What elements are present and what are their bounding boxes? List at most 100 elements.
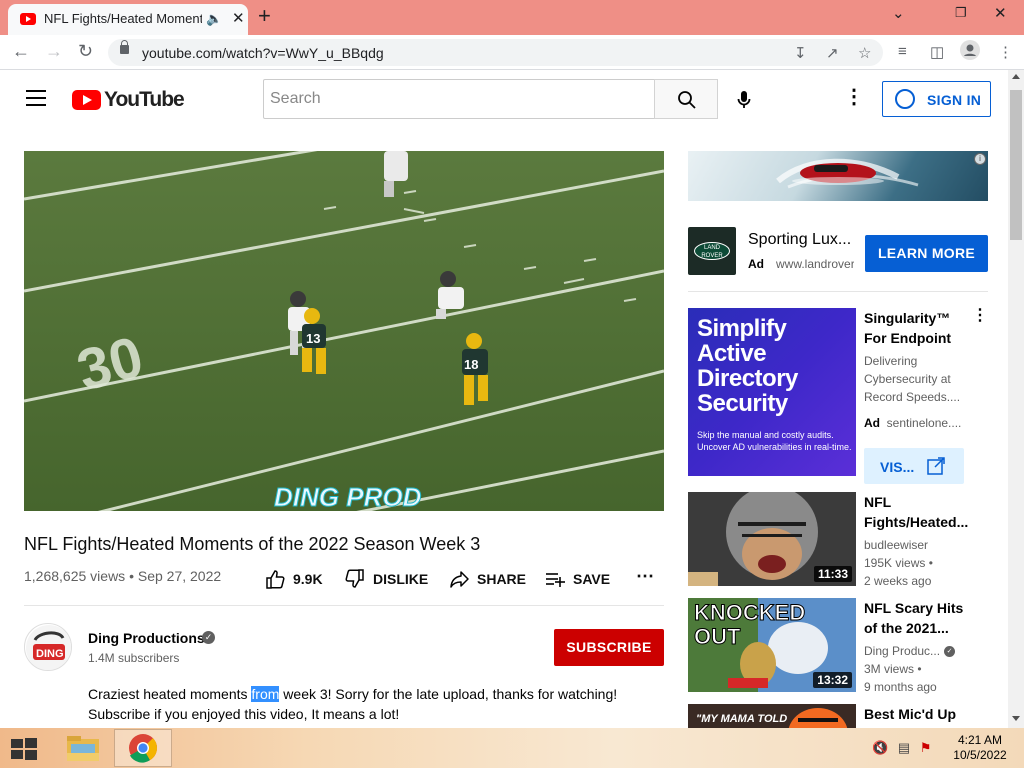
restore-window-button[interactable]: ❐ — [955, 5, 967, 21]
ad-info-icon[interactable]: i — [974, 153, 986, 165]
profile-icon[interactable] — [960, 40, 980, 64]
close-tab-icon[interactable]: ✕ — [232, 9, 245, 27]
related-thumb-image: "MY MAMA TOLD — [688, 704, 856, 728]
related-title[interactable]: NFL Scary Hits of the 2021... — [864, 598, 974, 638]
windows-logo-icon — [11, 738, 37, 760]
search-input[interactable] — [264, 80, 654, 118]
related-channel-row: Ding Produc... ✓ — [864, 642, 984, 660]
playlist-add-icon — [546, 573, 565, 587]
install-icon[interactable]: ↧ — [794, 44, 807, 62]
side-panel-icon[interactable]: ◫ — [930, 43, 944, 61]
close-window-button[interactable]: ✕ — [994, 4, 1007, 22]
share-button[interactable]: SHARE — [448, 566, 528, 594]
visit-label: VIS... — [880, 459, 915, 475]
clock-time: 4:21 AM — [957, 733, 1003, 747]
volume-muted-icon[interactable]: 🔇 — [872, 740, 888, 755]
save-button[interactable]: SAVE — [544, 566, 614, 594]
verified-check-icon: ✓ — [202, 631, 215, 644]
selected-text: from — [251, 686, 280, 702]
scroll-up-arrow-icon[interactable] — [1012, 74, 1020, 79]
channel-avatar[interactable]: DING — [24, 623, 72, 671]
video-meta: 1,268,625 views • Sep 27, 2022 — [24, 568, 222, 584]
related-title[interactable]: NFL Fights/Heated... — [864, 492, 974, 532]
search-icon — [678, 91, 696, 109]
related-thumbnail[interactable]: "MY MAMA TOLD — [688, 704, 856, 728]
share-label: SHARE — [477, 571, 527, 587]
scroll-down-arrow-icon[interactable] — [1012, 716, 1020, 721]
search-button[interactable] — [654, 79, 718, 119]
sponsored-description: Delivering Cybersecurity at Record Speed… — [864, 354, 961, 404]
back-button[interactable]: ← — [12, 41, 30, 62]
thumb-text: KNOCKED — [694, 600, 805, 625]
youtube-favicon-icon — [20, 13, 36, 25]
sponsored-thumbnail[interactable]: Simplify Active Directory Security Skip … — [688, 308, 856, 476]
windows-taskbar: 🔇 ▤ ⚑ 4:21 AM 10/5/2022 — [0, 728, 1024, 768]
related-views: 195K views • — [864, 556, 933, 570]
network-icon[interactable]: ▤ — [898, 740, 910, 755]
sign-in-button[interactable]: SIGN IN — [882, 81, 991, 117]
ad-url: www.landrover — [776, 257, 854, 271]
related-thumbnail[interactable]: 11:33 — [688, 492, 856, 586]
chrome-taskbar-button[interactable] — [114, 729, 172, 767]
video-player[interactable]: 30 13 18 DING PROD — [24, 151, 664, 511]
browser-tab[interactable]: NFL Fights/Heated Moments of the 2022 Se… — [8, 4, 248, 35]
sponsored-ad-badge: Ad — [864, 416, 880, 430]
system-tray: 🔇 ▤ ⚑ — [872, 740, 931, 756]
related-views: 3M views • — [864, 662, 922, 676]
related-channel: budleewiser — [864, 538, 929, 552]
new-tab-button[interactable]: + — [258, 3, 271, 29]
subscribe-button[interactable]: SUBSCRIBE — [554, 629, 664, 666]
media-control-icon[interactable]: ≡ — [898, 43, 907, 60]
account-circle-icon — [895, 89, 915, 109]
like-button[interactable]: 9.9K — [264, 566, 326, 594]
related-title[interactable]: Best Mic'd Up — [864, 704, 974, 724]
dislike-button[interactable]: DISLIKE — [344, 566, 430, 594]
tab-search-icon[interactable]: ⌄ — [892, 4, 905, 22]
browser-menu-icon[interactable]: ⋮ — [998, 43, 1013, 61]
ad-title[interactable]: Sporting Lux... — [748, 231, 851, 249]
ding-logo-icon: DING — [26, 625, 71, 670]
hamburger-menu-icon[interactable] — [26, 90, 46, 106]
channel-name[interactable]: Ding Productions — [88, 630, 205, 646]
page-scrollbar[interactable] — [1008, 70, 1024, 728]
watch-page: 30 13 18 DING PROD NFL Fights/Heated Mom… — [0, 128, 1008, 728]
action-center-icon[interactable]: ⚑ — [920, 740, 932, 755]
speaker-icon[interactable]: 🔈 — [206, 11, 222, 27]
scrollbar-thumb[interactable] — [1010, 90, 1022, 240]
learn-more-button[interactable]: LEARN MORE — [865, 235, 988, 272]
svg-text:18: 18 — [464, 357, 478, 372]
avatar-text: DING — [36, 648, 64, 660]
sidebar-divider — [688, 291, 988, 292]
sponsored-title[interactable]: Singularity™ For Endpoint — [864, 308, 974, 348]
taskbar-clock[interactable]: 4:21 AM 10/5/2022 — [948, 733, 1012, 763]
sponsored-thumb-subtext: Skip the manual and costly audits. Uncov… — [697, 430, 852, 452]
start-button[interactable] — [10, 737, 38, 761]
youtube-logo-text: YouTube — [104, 88, 185, 111]
related-thumbnail[interactable]: KNOCKED OUT 13:32 — [688, 598, 856, 692]
description-text-rest: week 3! Sorry for the late upload, thank… — [279, 686, 618, 702]
visit-site-button[interactable]: VIS... — [864, 448, 964, 484]
address-bar[interactable]: youtube.com/watch?v=WwY_u_BBqdg ↧ ↗ ☆ — [108, 39, 883, 66]
ad-banner-image[interactable] — [688, 151, 988, 201]
reload-button[interactable]: ↻ — [78, 41, 93, 62]
settings-menu-icon[interactable]: ⋮ — [844, 86, 864, 110]
forward-button[interactable]: → — [45, 41, 63, 62]
lock-icon[interactable] — [120, 40, 129, 54]
sponsored-menu-icon[interactable]: ⋮ — [972, 308, 988, 324]
search-box[interactable] — [263, 79, 655, 119]
bookmark-star-icon[interactable]: ☆ — [858, 44, 871, 62]
car-splash-image — [776, 158, 919, 189]
url-text[interactable]: youtube.com/watch?v=WwY_u_BBqdg — [142, 45, 384, 61]
land-rover-logo[interactable]: LAND ROVER — [688, 227, 736, 275]
share-icon[interactable]: ↗ — [826, 44, 839, 62]
folder-icon — [67, 736, 99, 761]
voice-search-button[interactable] — [730, 85, 758, 113]
video-duration: 13:32 — [813, 672, 852, 688]
thumb-text-2: OUT — [694, 624, 741, 649]
browser-toolbar: ← → ↻ youtube.com/watch?v=WwY_u_BBqdg ↧ … — [0, 35, 1024, 70]
tab-title: NFL Fights/Heated Moments of the 2022 Se… — [44, 11, 202, 26]
file-explorer-button[interactable] — [58, 729, 108, 767]
video-title: NFL Fights/Heated Moments of the 2022 Se… — [24, 534, 481, 554]
more-actions-icon[interactable]: ⋯ — [634, 566, 658, 594]
land-rover-logo-text: LAND ROVER — [694, 242, 730, 260]
